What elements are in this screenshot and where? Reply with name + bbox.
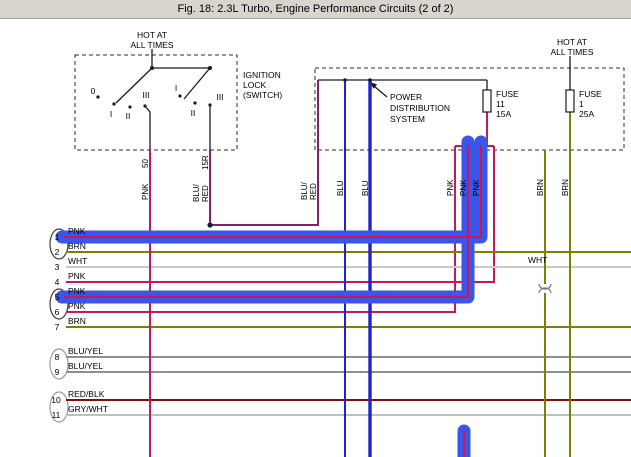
row-wire-label: BLU/YEL	[68, 361, 103, 371]
contact-dot	[128, 105, 131, 108]
wire-color-label-blured-a2: RED	[201, 185, 210, 202]
pds-label-2: DISTRIBUTION	[390, 103, 450, 113]
ignition-label-1: IGNITION	[243, 70, 281, 80]
row-wire-label: BLU/YEL	[68, 346, 103, 356]
contact-dot	[178, 94, 181, 97]
row-wire-label: PNK	[68, 226, 86, 236]
bus-junction-dot	[368, 78, 372, 82]
fuse11-number: 11	[496, 99, 505, 109]
terminal-15r-label: 15R	[201, 155, 210, 170]
hot-at-label-right-2: ALL TIMES	[551, 47, 594, 57]
row-wire-label: BRN	[68, 241, 86, 251]
bus-junction-dot	[343, 78, 347, 82]
wire-color-label-pnk-c: PNK	[472, 179, 481, 196]
blu-red-junction-dot	[207, 222, 212, 227]
wire-color-label-blu-b: BLU	[361, 180, 370, 196]
ignition-switch-symbol[interactable]	[96, 49, 212, 150]
wht-right-label: WHT	[528, 255, 547, 265]
fuse1-number: 1	[579, 99, 584, 109]
switch-pos-2: II	[126, 111, 131, 121]
hot-at-label-left-1: HOT AT	[137, 30, 167, 40]
fuse-1-symbol[interactable]	[566, 90, 574, 112]
pin-number: 7	[55, 322, 60, 332]
row-wire-label: WHT	[68, 256, 87, 266]
switch-pos-b3: III	[216, 92, 223, 102]
terminal-50-label: 50	[141, 159, 150, 168]
contact-dot	[193, 101, 196, 104]
contact-dot	[112, 102, 115, 105]
pole-b-pivot-dot	[208, 66, 212, 70]
fuse11-name: FUSE	[496, 89, 519, 99]
wire-color-label-blu-a: BLU	[336, 180, 345, 196]
wire-blu-red-pds[interactable]	[210, 80, 318, 225]
pin-number: 8	[55, 352, 60, 362]
pin-number: 4	[55, 277, 60, 287]
fuse-11-symbol[interactable]	[483, 90, 491, 112]
pole-a-output	[145, 106, 150, 150]
contact-dot	[143, 104, 146, 107]
pole-b-wiper	[184, 68, 210, 99]
pole-a-pivot-dot	[150, 66, 154, 70]
fuse11-rating: 15A	[496, 109, 511, 119]
fuse1-name: FUSE	[579, 89, 602, 99]
highlight-trace-row5[interactable]	[62, 142, 468, 297]
pin-number: 3	[55, 262, 60, 272]
pin-number: 10	[51, 395, 61, 405]
wire-pnk-row6[interactable]	[66, 146, 455, 312]
wire-pnk-row1-highlighted[interactable]	[64, 146, 481, 237]
wire-color-label-blured-b1: BLU/	[300, 181, 309, 200]
pin-number: 9	[55, 367, 60, 377]
pin-number: 2	[55, 247, 60, 257]
switch-pos-0: 0	[91, 86, 96, 96]
wire-color-label-brn-a: BRN	[536, 179, 545, 196]
wire-pnk-row4[interactable]	[66, 146, 494, 282]
row-wire-label: PNK	[68, 286, 86, 296]
pin-number: 11	[52, 410, 61, 420]
fuse1-rating: 25A	[579, 109, 594, 119]
pin-number: 5	[55, 292, 60, 302]
wire-pnk-row5-highlighted[interactable]	[64, 146, 468, 297]
switch-pos-3: III	[142, 90, 149, 100]
contact-dot	[208, 103, 211, 106]
figure-title-bar: Fig. 18: 2.3L Turbo, Engine Performance …	[0, 0, 631, 19]
hot-at-label-right-1: HOT AT	[557, 37, 587, 47]
diagram-viewer: HOT AT ALL TIMES IGNITION LOCK (SWITCH) …	[0, 0, 631, 457]
pds-label-3: SYSTEM	[390, 114, 425, 124]
row-wire-label: PNK	[68, 301, 86, 311]
hot-at-label-left-2: ALL TIMES	[131, 40, 174, 50]
pds-arrow-line	[374, 86, 387, 97]
wire-color-label-pnk50: PNK	[141, 183, 150, 200]
pds-label-1: POWER	[390, 92, 422, 102]
contact-dot	[96, 95, 99, 98]
wire-color-label-pnk-b: PNK	[459, 179, 468, 196]
highlight-trace-row1[interactable]	[62, 142, 481, 237]
row-wire-label: RED/BLK	[68, 389, 105, 399]
wire-color-label-pnk-a: PNK	[446, 179, 455, 196]
switch-pos-b2: II	[191, 108, 196, 118]
ignition-label-2: LOCK	[243, 80, 266, 90]
wire-color-label-brn-b: BRN	[561, 179, 570, 196]
pin-number: 6	[55, 307, 60, 317]
row-wire-label: BRN	[68, 316, 86, 326]
figure-title: Fig. 18: 2.3L Turbo, Engine Performance …	[178, 3, 454, 15]
row-wire-label: PNK	[68, 271, 86, 281]
ignition-label-3: (SWITCH)	[243, 90, 282, 100]
switch-pos-b1: I	[175, 83, 177, 93]
switch-pos-1: I	[110, 109, 112, 119]
row-wire-label: GRY/WHT	[68, 404, 108, 414]
wire-color-label-blured-b2: RED	[309, 183, 318, 200]
wire-color-label-blured-a1: BLU/	[192, 183, 201, 202]
ignition-switch-box	[75, 55, 237, 150]
wiring-diagram-canvas: HOT AT ALL TIMES IGNITION LOCK (SWITCH) …	[0, 0, 631, 457]
pin-number: 1	[55, 232, 60, 242]
